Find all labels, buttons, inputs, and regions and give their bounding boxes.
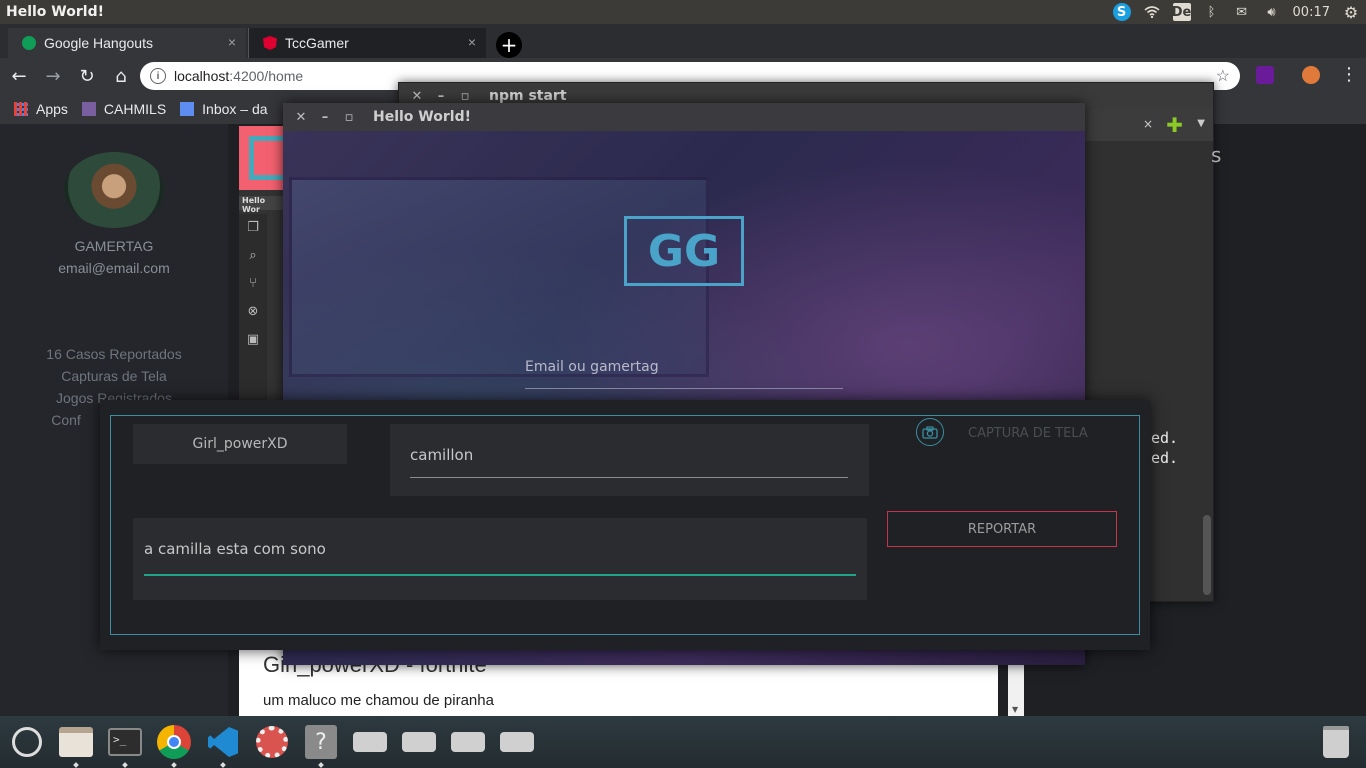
apps-grid-icon [14,102,28,116]
bookmark-label: Inbox – da [202,101,268,117]
add-tab-icon[interactable]: ✚ [1166,113,1183,137]
settings-app-icon[interactable] [249,719,295,765]
close-tab-icon[interactable]: × [1143,117,1153,131]
terminal-line: ed. [1151,449,1179,467]
cahmils-icon [81,102,96,116]
sidebar-item-screenshots[interactable]: Capturas de Tela [0,368,228,384]
volume-icon[interactable]: 🔊︎ [1263,3,1281,21]
chrome-menu-icon[interactable]: ⋮ [1340,64,1358,85]
drive-icon[interactable] [396,719,442,765]
angular-icon [263,36,277,50]
app-logo [239,126,283,190]
tab-label: TccGamer [285,35,349,51]
profile-email: email@email.com [58,260,170,276]
avatar[interactable] [64,152,164,228]
bookmark-star-icon[interactable]: ☆ [1216,66,1230,86]
files-app-icon[interactable] [53,719,99,768]
new-tab-button[interactable]: + [496,32,522,58]
files-icon[interactable]: ❐ [239,214,267,242]
tab-label: Google Hangouts [44,35,153,51]
terminal-fragment-text: s [1211,143,1222,167]
extensions-icon[interactable]: ▣ [239,326,267,354]
profile-gamertag: GAMERTAG [74,238,154,254]
minimize-icon[interactable]: – [319,110,331,125]
forward-arrow-icon[interactable]: → [38,66,68,87]
maximize-icon[interactable]: ▫ [343,110,355,125]
keyboard-layout-indicator[interactable]: De [1172,3,1191,21]
reported-user-field: camillon [390,424,869,496]
email-gamertag-input[interactable]: Email ou gamertag [525,359,843,389]
trash-icon[interactable] [1316,720,1356,764]
system-tray: S De ᛒ ✉ 🔊︎ 00:17 ⚙ [1112,0,1360,24]
top-panel: Hello World! S De ᛒ ✉ 🔊︎ 00:17 ⚙ [0,0,1366,24]
scroll-down-icon[interactable]: ▼ [1012,705,1018,714]
skype-icon[interactable]: S [1112,3,1131,21]
screenshot-button[interactable]: CAPTURA DE TELA [968,426,1088,441]
browser-tab-strip: Google Hangouts × TccGamer × + [0,24,1366,58]
description-field: a camilla esta com sono [133,518,867,600]
drive-icon[interactable] [494,719,540,765]
gear-icon[interactable]: ⚙ [1342,3,1360,22]
feed-body: um maluco me chamou de piranha [263,692,494,709]
debug-icon[interactable]: ⊗ [239,298,267,326]
active-window-title: Hello World! [6,4,104,20]
back-arrow-icon[interactable]: ← [4,66,34,87]
bookmark-label: Apps [36,101,68,117]
camera-icon[interactable] [916,418,944,446]
reporter-field: Girl_powerXD [133,424,347,464]
dock: >_ ? [0,716,1366,768]
close-icon[interactable]: ✕ [295,110,307,125]
sidebar-item-reported-cases[interactable]: 16 Casos Reportados [0,346,228,362]
tab-google-hangouts[interactable]: Google Hangouts × [8,28,246,58]
bookmark-label: CAHMILS [103,101,167,117]
gg-logo: GG [624,216,744,286]
background-vscode-window: Hello Wor ❐ ⌕ ⑂ ⊗ ▣ [239,126,283,416]
chrome-app-icon[interactable] [151,719,197,768]
terminal-scrollbar[interactable] [1203,515,1211,595]
help-app-icon[interactable]: ? [298,719,344,768]
bluetooth-icon[interactable]: ᛒ [1203,3,1221,21]
mail-icon[interactable]: ✉ [1233,3,1251,21]
search-icon[interactable]: ⌕ [239,242,267,270]
bookmark-inbox[interactable]: Inbox – da [180,101,268,117]
source-control-icon[interactable]: ⑂ [239,270,267,298]
hangouts-icon [22,36,36,50]
minimize-icon[interactable]: – [435,89,447,104]
bookmark-apps[interactable]: Apps [14,101,68,117]
url-path: :4200/home [229,68,304,84]
extension-avatar-icon[interactable] [1302,66,1320,84]
terminal-app-icon[interactable]: >_ [102,719,148,768]
chevron-down-icon[interactable]: ▼ [1197,118,1205,129]
drive-icon[interactable] [445,719,491,765]
reload-icon[interactable]: ↻ [72,66,102,87]
drive-icon[interactable] [347,719,393,765]
wifi-icon[interactable] [1143,3,1161,21]
close-icon[interactable]: ✕ [411,89,423,104]
info-icon[interactable]: i [150,68,166,84]
tab-tccgamer[interactable]: TccGamer × [248,28,486,58]
activity-bar: ❐ ⌕ ⑂ ⊗ ▣ [239,214,267,414]
description-input[interactable]: a camilla esta com sono [144,540,856,576]
url-host: localhost [174,68,230,84]
close-tab-icon[interactable]: × [228,34,236,50]
ubuntu-logo-icon[interactable] [4,719,50,765]
vscode-app-icon[interactable] [200,719,246,768]
close-tab-icon[interactable]: × [468,34,476,50]
login-window-titlebar: ✕ – ▫ Hello World! [283,103,1085,131]
home-icon[interactable]: ⌂ [106,66,136,87]
maximize-icon[interactable]: ▫ [459,89,471,104]
report-dialog: Girl_powerXD camillon CAPTURA DE TELA a … [100,400,1150,650]
terminal-title: npm start [489,88,567,104]
extension-icon[interactable] [1256,66,1274,84]
inbox-icon [180,102,195,116]
report-button[interactable]: REPORTAR [887,511,1117,547]
clock[interactable]: 00:17 [1293,5,1330,20]
reported-user-input[interactable]: camillon [410,446,848,478]
mini-window-title: Hello Wor [239,196,283,214]
login-window-title: Hello World! [373,109,471,125]
bookmark-cahmils[interactable]: CAHMILS [81,101,167,117]
terminal-line: ed. [1151,429,1179,447]
report-form: Girl_powerXD camillon CAPTURA DE TELA a … [110,415,1140,635]
